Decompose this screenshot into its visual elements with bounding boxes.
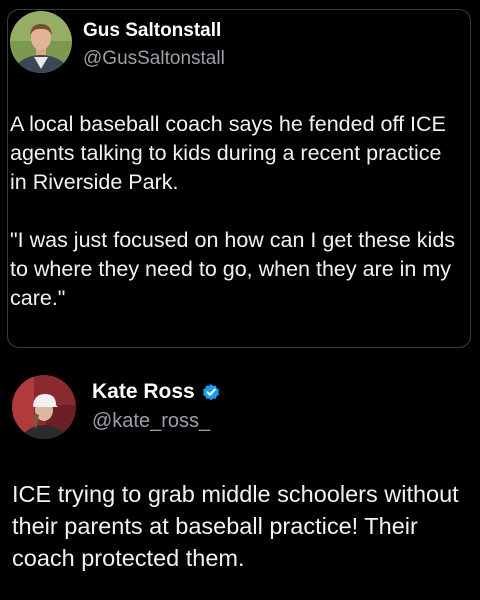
quoted-post-text: A local baseball coach says he fended of… — [10, 110, 458, 313]
gus-author-name[interactable]: Gus Saltonstall — [83, 20, 221, 42]
quoted-post-paragraph: A local baseball coach says he fended of… — [10, 112, 446, 194]
kate-name-row: Kate Ross — [92, 380, 221, 404]
gus-author-handle[interactable]: @GusSaltonstall — [83, 48, 225, 70]
kate-author-handle[interactable]: @kate_ross_ — [92, 410, 210, 433]
gus-saltonstall-avatar[interactable] — [10, 11, 72, 73]
kate-ross-avatar[interactable] — [12, 375, 76, 439]
kate-author-name[interactable]: Kate Ross — [92, 380, 195, 404]
verified-badge-icon — [201, 382, 221, 402]
post-text: ICE trying to grab middle schoolers with… — [12, 481, 459, 571]
quoted-post-paragraph: "I was just focused on how can I get the… — [10, 228, 456, 310]
